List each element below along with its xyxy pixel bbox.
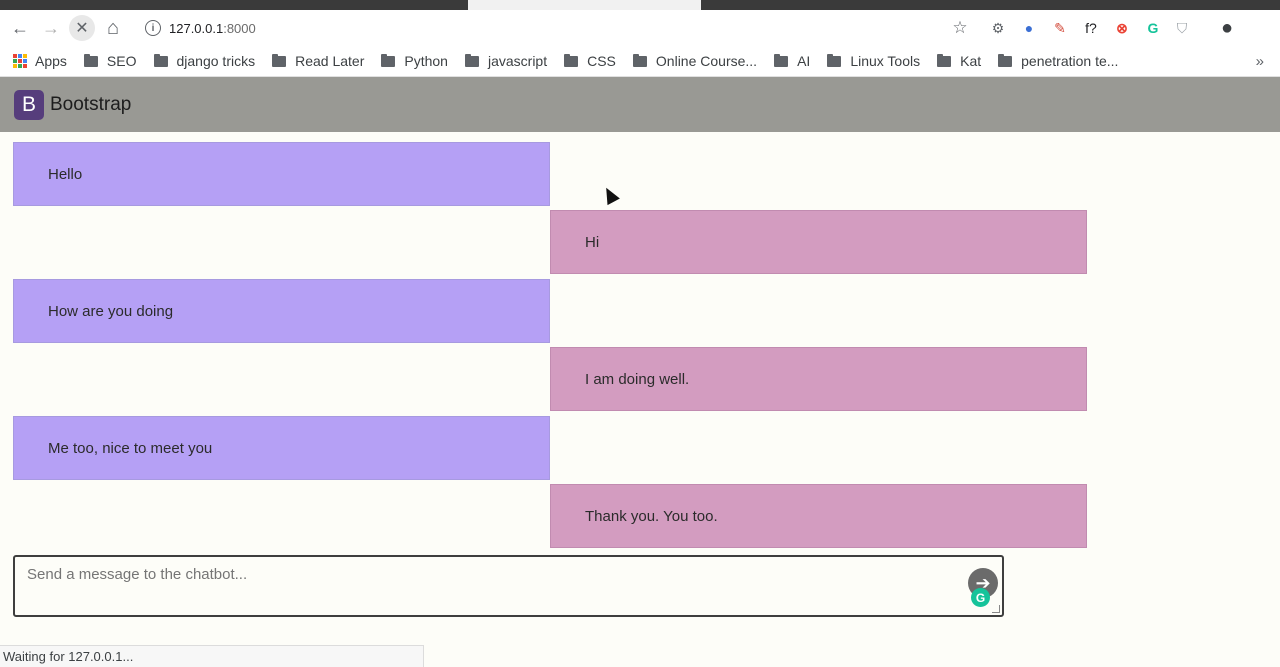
grammarly-icon[interactable]: G xyxy=(971,588,990,607)
folder-icon xyxy=(774,53,789,67)
bookmark-folder-label: django tricks xyxy=(176,53,256,69)
bot-message: Hello xyxy=(13,142,550,206)
puzzle-extension-icon[interactable]: ⚙ xyxy=(988,18,1008,38)
bookmark-folder-label: Online Course... xyxy=(655,53,758,69)
bookmark-folder[interactable]: CSS xyxy=(564,53,616,69)
bookmark-folder[interactable]: Linux Tools xyxy=(827,53,920,69)
textarea-resize-handle[interactable] xyxy=(992,605,1000,613)
chat-area: Hello Hi How are you doing I am doing well.… xyxy=(0,132,1280,552)
address-bar[interactable]: i 127.0.0.1:8000 xyxy=(136,14,936,42)
message-text: Hi xyxy=(585,233,600,251)
bookmark-folder-label: Kat xyxy=(960,53,982,69)
bookmark-folder[interactable]: penetration te... xyxy=(998,53,1118,69)
status-bar: Waiting for 127.0.0.1... xyxy=(0,645,424,667)
url-host: 127.0.0.1 xyxy=(169,20,224,36)
bookmark-folder[interactable]: Online Course... xyxy=(632,53,758,69)
bookmark-folder-label: Read Later xyxy=(295,53,365,69)
brand-name[interactable]: Bootstrap xyxy=(50,94,131,116)
block-extension-icon[interactable]: ⊗ xyxy=(1112,18,1132,38)
stop-loading-button[interactable]: ✕ xyxy=(69,15,95,41)
bot-message: How are you doing xyxy=(13,279,550,343)
globe-extension-icon[interactable]: ● xyxy=(1019,18,1039,38)
bookmark-folder-label: javascript xyxy=(487,53,548,69)
bookmark-folder-label: CSS xyxy=(587,53,616,69)
message-composer: ➔ G xyxy=(13,555,1004,617)
forward-button[interactable]: → xyxy=(38,16,64,40)
bookmark-folder[interactable]: Kat xyxy=(937,53,981,69)
eyedropper-extension-icon[interactable]: ✎ xyxy=(1050,18,1070,38)
message-text: I am doing well. xyxy=(585,370,690,388)
message-input[interactable] xyxy=(15,557,1002,615)
active-tab[interactable] xyxy=(468,0,701,10)
folder-icon xyxy=(153,53,168,67)
bookmark-folder[interactable]: AI xyxy=(774,53,810,69)
bookmark-folder[interactable]: django tricks xyxy=(153,53,256,69)
bootstrap-logo-icon[interactable]: B xyxy=(14,89,44,120)
folder-icon xyxy=(464,53,479,67)
folder-icon xyxy=(632,53,647,67)
bookmarks-bar: Apps SEO django tricks Read Later Python jav… xyxy=(0,46,1280,77)
apps-grid-icon xyxy=(13,54,27,68)
profile-avatar-icon[interactable]: ● xyxy=(1217,17,1237,39)
bookmark-folder[interactable]: javascript xyxy=(464,53,548,69)
bookmark-folder-label: penetration te... xyxy=(1021,53,1119,69)
folder-icon xyxy=(827,53,842,67)
folder-icon xyxy=(998,53,1013,67)
folder-icon xyxy=(272,53,287,67)
bookmark-folder-label: Python xyxy=(404,53,448,69)
bookmark-folder-label: SEO xyxy=(106,53,137,69)
message-text: Thank you. You too. xyxy=(585,507,718,525)
bookmark-folder[interactable]: SEO xyxy=(83,53,137,69)
folder-icon xyxy=(381,53,396,67)
user-message: Thank you. You too. xyxy=(550,484,1087,548)
url-port: :8000 xyxy=(223,20,256,36)
shield-extension-icon[interactable]: ⛉ xyxy=(1172,18,1192,38)
bookmark-folder[interactable]: Read Later xyxy=(272,53,364,69)
browser-tab-strip xyxy=(0,0,1280,10)
home-button[interactable]: ⌂ xyxy=(100,16,126,40)
bookmark-star-icon[interactable]: ☆ xyxy=(950,18,970,38)
folder-icon xyxy=(564,53,579,67)
bookmark-folder-label: AI xyxy=(797,53,811,69)
message-text: How are you doing xyxy=(48,302,174,320)
user-message: Hi xyxy=(550,210,1087,274)
bookmark-apps-label: Apps xyxy=(35,53,67,69)
message-text: Hello xyxy=(48,165,83,183)
folder-icon xyxy=(83,53,98,67)
site-info-icon[interactable]: i xyxy=(145,20,161,36)
folder-icon xyxy=(937,53,952,67)
bookmarks-overflow-button[interactable]: » xyxy=(1256,53,1264,70)
user-message: I am doing well. xyxy=(550,347,1087,411)
back-button[interactable]: ← xyxy=(7,16,33,40)
bookmark-folder[interactable]: Python xyxy=(381,53,448,69)
bot-message: Me too, nice to meet you xyxy=(13,416,550,480)
bookmark-apps[interactable]: Apps xyxy=(13,53,67,69)
url-text: 127.0.0.1:8000 xyxy=(169,21,256,36)
function-extension-icon[interactable]: f? xyxy=(1081,18,1101,38)
grammarly-extension-icon[interactable]: G xyxy=(1143,18,1163,38)
message-text: Me too, nice to meet you xyxy=(48,439,213,457)
browser-toolbar: ← → ✕ ⌂ i 127.0.0.1:8000 ☆ ⚙ ● ✎ f? ⊗ G ⛉ ● xyxy=(0,10,1280,46)
bookmark-folder-label: Linux Tools xyxy=(850,53,921,69)
app-navbar: B Bootstrap xyxy=(0,77,1280,132)
